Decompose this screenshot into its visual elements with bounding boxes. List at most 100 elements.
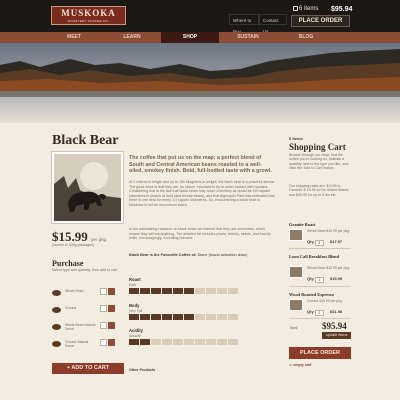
tab-blog[interactable]: BLOG bbox=[277, 32, 335, 43]
scale-step bbox=[228, 288, 238, 294]
scale-step bbox=[151, 314, 161, 320]
coffee-bean-icon bbox=[52, 290, 61, 296]
purchase-option: Ground Natural Decaf bbox=[52, 338, 122, 353]
black-bear-photo bbox=[51, 151, 124, 224]
coffee-bean-icon bbox=[52, 341, 61, 347]
where-to-buy-link[interactable]: Where to Buy bbox=[229, 14, 259, 34]
place-order-button-top[interactable]: PLACE ORDER bbox=[291, 15, 350, 27]
purchase-option: Ground bbox=[52, 304, 122, 319]
purchase-option: Whole Bean bbox=[52, 287, 122, 302]
product-title: Black Bear bbox=[52, 133, 119, 148]
qty-input[interactable]: 2 bbox=[314, 310, 324, 316]
favourite-label: Black Bear is the Favourite Coffee of: bbox=[129, 253, 197, 257]
line-total: $47.97 bbox=[329, 239, 343, 244]
scale-step bbox=[173, 339, 183, 345]
option-label: Whole Bean bbox=[65, 289, 84, 293]
empty-prefix: or bbox=[289, 363, 293, 367]
cart-item-qty-row: Qty 2 $31.98 bbox=[307, 309, 342, 316]
quantity-input[interactable] bbox=[100, 305, 107, 312]
logo-title: MUSKOKA bbox=[61, 8, 116, 18]
scale-desc: Dark bbox=[129, 283, 137, 287]
scale-step bbox=[129, 288, 139, 294]
scale-step bbox=[173, 314, 183, 320]
option-label: Ground bbox=[65, 306, 77, 310]
purchase-heading: Purchase bbox=[52, 259, 84, 268]
acidity-scale: Acidity Smooth bbox=[129, 328, 275, 345]
cart-items-count: 6 items bbox=[299, 6, 319, 12]
total-label: Total bbox=[289, 325, 298, 330]
shipping-rates: Our shipping rates are: $ 9.95 to Canada… bbox=[289, 184, 350, 197]
coffee-bean-icon bbox=[52, 324, 61, 330]
cart-item-info: Whole Bean $15.99 per pkg. bbox=[307, 229, 350, 233]
scale-step bbox=[195, 288, 205, 294]
line-total: $15.99 bbox=[329, 276, 343, 281]
scale-step bbox=[151, 288, 161, 294]
scale-step bbox=[195, 314, 205, 320]
cart-item: Granite Roast Whole Bean $15.99 per pkg.… bbox=[289, 222, 351, 246]
cart-item-info: Whole Bean $15.99 per pkg. bbox=[307, 266, 350, 270]
qty-label: Qty bbox=[307, 309, 314, 314]
quantity-stepper[interactable] bbox=[108, 288, 115, 295]
product-description-1: At 2 metres in length and up to 150 kilo… bbox=[129, 180, 275, 207]
scale-step bbox=[140, 339, 150, 345]
cart-total: $95.94 bbox=[322, 321, 347, 331]
purchase-subtext: Select type and quantity, then add to ca… bbox=[52, 268, 118, 272]
quantity-input[interactable] bbox=[100, 288, 107, 295]
price-note: (comes in 400g packages) bbox=[52, 243, 95, 247]
cart-heading: Shopping Cart bbox=[289, 142, 346, 152]
line-total: $31.98 bbox=[329, 309, 343, 314]
place-order-button[interactable]: PLACE ORDER bbox=[289, 347, 351, 359]
tab-sustain[interactable]: SUSTAIN bbox=[219, 32, 277, 43]
scale-bars bbox=[129, 288, 275, 294]
main-nav: MEET LEARN SHOP SUSTAIN BLOG bbox=[0, 32, 400, 43]
quantity-stepper[interactable] bbox=[108, 322, 115, 329]
scale-step bbox=[184, 288, 194, 294]
divider bbox=[289, 318, 351, 319]
qty-label: Qty bbox=[307, 239, 314, 244]
scale-bars bbox=[129, 314, 275, 320]
option-label: Ground Natural Decaf bbox=[65, 340, 89, 349]
scale-title: Body bbox=[129, 303, 140, 308]
add-to-cart-button[interactable]: + ADD TO CART bbox=[52, 363, 124, 374]
divider bbox=[289, 286, 351, 287]
cart-item-thumbnail bbox=[289, 229, 303, 241]
cart-item-thumbnail bbox=[289, 266, 303, 278]
cart-summary[interactable]: 6 items bbox=[293, 6, 318, 12]
tab-learn[interactable]: LEARN bbox=[103, 32, 161, 43]
favourite-value: Diane (brand activation team) bbox=[197, 253, 248, 257]
price-unit: per pkg. bbox=[91, 237, 108, 242]
contact-link[interactable]: Contact Us bbox=[259, 14, 287, 34]
option-label: Whole Bean Natural Decaf bbox=[65, 323, 96, 332]
quantity-input[interactable] bbox=[100, 322, 107, 329]
cart-item-name[interactable]: Wood Roasted Espresso bbox=[289, 292, 351, 297]
scale-step bbox=[151, 339, 161, 345]
scale-desc: Smooth bbox=[129, 334, 141, 338]
scale-step bbox=[206, 339, 216, 345]
roast-scale: Roast Dark bbox=[129, 277, 275, 294]
tab-shop[interactable]: SHOP bbox=[161, 32, 219, 43]
cart-instructions: Browse through our shop, find the coffee… bbox=[289, 153, 349, 171]
logo-subtitle: ROASTERY COFFEE CO. bbox=[67, 19, 110, 23]
quantity-input[interactable] bbox=[100, 339, 107, 346]
logo[interactable]: MUSKOKA ROASTERY COFFEE CO. bbox=[51, 6, 126, 25]
tab-meet[interactable]: MEET bbox=[45, 32, 103, 43]
qty-label: Qty bbox=[307, 276, 314, 281]
quantity-stepper[interactable] bbox=[108, 305, 115, 312]
scale-step bbox=[195, 339, 205, 345]
cart-item-name[interactable]: Loon Call Breakfast Blend bbox=[289, 254, 351, 259]
qty-input[interactable]: 1 bbox=[314, 277, 324, 283]
quantity-stepper[interactable] bbox=[108, 339, 115, 346]
scale-title: Acidity bbox=[129, 328, 143, 333]
scale-title: Roast bbox=[129, 277, 141, 282]
scale-step bbox=[129, 314, 139, 320]
update-items-button[interactable]: update items bbox=[322, 332, 351, 339]
divider bbox=[289, 248, 351, 249]
cart-item: Loon Call Breakfast Blend Whole Bean $15… bbox=[289, 254, 351, 283]
body-scale: Body Very Full bbox=[129, 303, 275, 320]
cart-item-name[interactable]: Granite Roast bbox=[289, 222, 351, 227]
scale-step bbox=[173, 288, 183, 294]
other-products-link[interactable]: Other Products bbox=[129, 368, 155, 372]
empty-cart-link[interactable]: empty cart bbox=[293, 363, 311, 367]
qty-input[interactable]: 3 bbox=[314, 240, 324, 246]
scale-step bbox=[140, 288, 150, 294]
